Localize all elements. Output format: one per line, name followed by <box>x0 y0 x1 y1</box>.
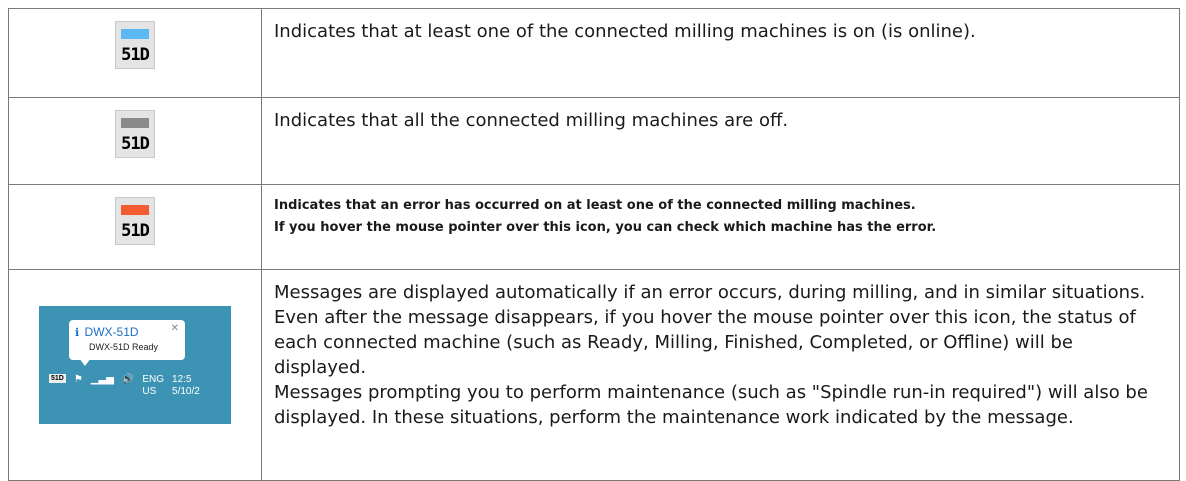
notification-popup: ℹ DWX-51D DWX-51D Ready ✕ <box>69 320 185 360</box>
popup-tail <box>79 358 91 366</box>
popup-title-row: ℹ DWX-51D <box>75 325 139 339</box>
error-status-icon: 51D <box>115 197 155 245</box>
description-text: Indicates that at least one of the conne… <box>274 21 976 42</box>
icon-label: 51D <box>121 221 150 241</box>
lang-code: ENG <box>142 374 165 385</box>
description-text: Indicates that all the connected milling… <box>274 110 789 131</box>
popup-status: DWX-51D Ready <box>89 342 159 352</box>
taskbar-screenshot: ℹ DWX-51D DWX-51D Ready ✕ 51D ⚑ ▁▃▅ 🔊 EN… <box>39 306 231 424</box>
description-cell: Indicates that an error has occurred on … <box>262 185 1180 269</box>
clock-date: 5/10/2 <box>172 386 200 397</box>
description-cell: Indicates that all the connected milling… <box>262 98 1180 184</box>
tray-icons: 51D ⚑ ▁▃▅ 🔊 ENG US 12:5 5/10/2 <box>49 374 200 398</box>
icon-cell: 51D <box>8 185 262 269</box>
table-row: ℹ DWX-51D DWX-51D Ready ✕ 51D ⚑ ▁▃▅ 🔊 EN… <box>8 270 1180 481</box>
table-row: 51D Indicates that at least one of the c… <box>8 9 1180 98</box>
close-icon[interactable]: ✕ <box>171 323 179 334</box>
icon-cell: 51D <box>8 98 262 184</box>
description-cell: Indicates that at least one of the conne… <box>262 9 1180 97</box>
offline-status-icon: 51D <box>115 110 155 158</box>
description-paragraph: Messages prompting you to perform mainte… <box>274 382 1148 428</box>
clock-time: 12:5 <box>172 374 192 385</box>
status-bar <box>121 29 149 39</box>
icon-cell: 51D <box>8 9 262 97</box>
status-bar <box>121 118 149 128</box>
table-row: 51D Indicates that an error has occurred… <box>8 185 1180 270</box>
description-line: If you hover the mouse pointer over this… <box>274 220 937 235</box>
status-icon-table: 51D Indicates that at least one of the c… <box>8 8 1180 481</box>
icon-cell: ℹ DWX-51D DWX-51D Ready ✕ 51D ⚑ ▁▃▅ 🔊 EN… <box>8 270 262 480</box>
icon-label: 51D <box>121 134 150 154</box>
online-status-icon: 51D <box>115 21 155 69</box>
popup-title: DWX-51D <box>84 325 139 339</box>
status-bar <box>121 205 149 215</box>
description-cell: Messages are displayed automatically if … <box>262 270 1180 480</box>
flag-icon[interactable]: ⚑ <box>74 374 83 385</box>
icon-label: 51D <box>121 45 150 65</box>
table-row: 51D Indicates that all the connected mil… <box>8 98 1180 185</box>
machine-tray-icon[interactable]: 51D <box>49 374 66 383</box>
signal-icon[interactable]: ▁▃▅ <box>91 374 114 385</box>
info-icon: ℹ <box>75 327 80 339</box>
volume-icon[interactable]: 🔊 <box>122 374 134 385</box>
region-code: US <box>142 386 157 397</box>
language-indicator[interactable]: ENG US <box>142 374 164 398</box>
description-line: Indicates that an error has occurred on … <box>274 198 916 213</box>
description-paragraph: Messages are displayed automatically if … <box>274 282 1146 378</box>
clock[interactable]: 12:5 5/10/2 <box>172 374 200 398</box>
